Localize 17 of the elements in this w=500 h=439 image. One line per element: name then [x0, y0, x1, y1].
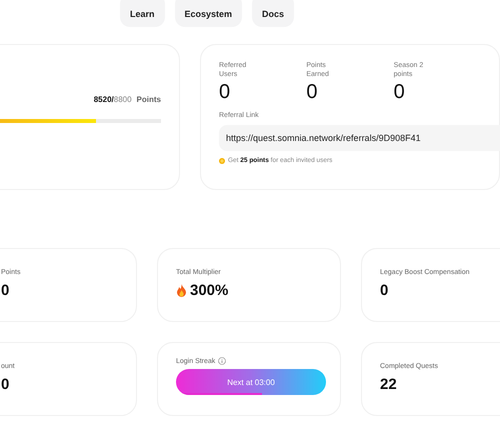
- points-progress-text: 8520/8800 Points: [94, 95, 161, 104]
- stat-value: 0: [1, 376, 10, 393]
- stat-value: 0: [306, 81, 318, 104]
- stat-value: 0: [394, 81, 406, 104]
- info-icon[interactable]: [218, 357, 226, 365]
- nav-button[interactable]: Learn: [120, 0, 165, 27]
- coin-icon: [219, 158, 225, 164]
- stat-value: 0: [380, 282, 390, 299]
- nav-button[interactable]: Docs: [252, 0, 294, 27]
- fire-icon: [176, 284, 187, 297]
- stat-value: 0: [1, 282, 10, 299]
- nav-button[interactable]: Ecosystem: [174, 0, 242, 27]
- stat-value: 300%: [190, 282, 228, 299]
- next-login-button[interactable]: Next at 03:00: [176, 369, 326, 395]
- stat-value: 0: [219, 81, 232, 104]
- stat-value: 22: [380, 376, 398, 393]
- referral-link-field[interactable]: https://quest.somnia.network/referrals/9D908F41: [219, 125, 500, 151]
